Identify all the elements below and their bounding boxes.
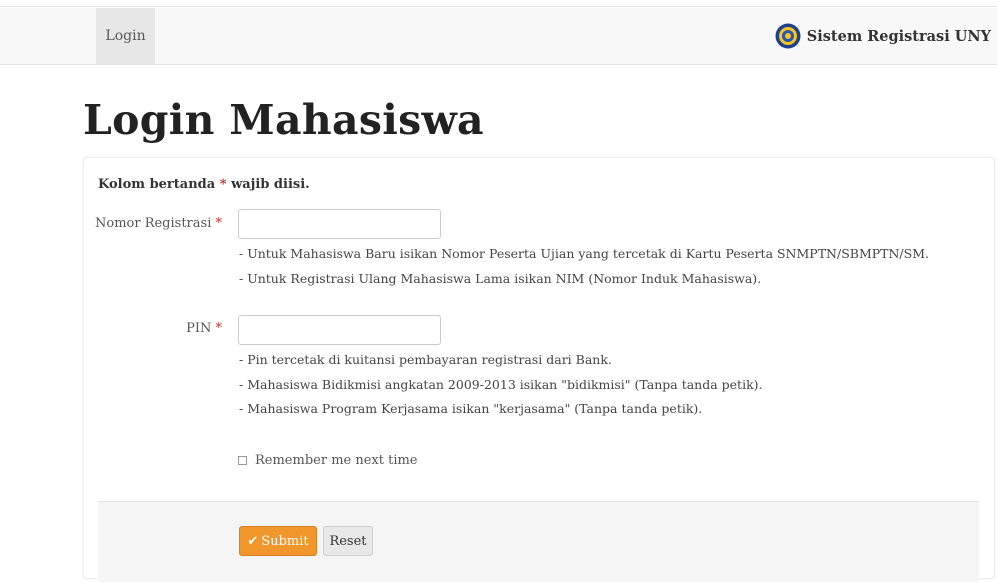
pin-hint-1: - Pin tercetak di kuitansi pembayaran re… xyxy=(239,352,612,367)
registration-required-mark: * xyxy=(215,216,223,231)
submit-button[interactable]: ✔ Submit xyxy=(239,526,317,556)
registration-number-input[interactable] xyxy=(238,209,441,239)
form-actions: ✔ Submit Reset xyxy=(98,501,979,582)
check-icon: ✔ xyxy=(247,533,259,549)
registration-label-text: Nomor Registrasi xyxy=(95,216,212,231)
navbar: Login Sistem Registrasi UNY xyxy=(0,8,997,65)
required-note-prefix: Kolom bertanda xyxy=(98,177,216,192)
registration-hint-1: - Untuk Mahasiswa Baru isikan Nomor Pese… xyxy=(239,246,929,261)
required-note-suffix: wajib diisi. xyxy=(231,177,310,192)
pin-input[interactable] xyxy=(238,315,441,345)
login-form-panel: Kolom bertanda * wajib diisi. Nomor Regi… xyxy=(83,157,995,582)
pin-required-mark: * xyxy=(215,321,223,336)
brand[interactable]: Sistem Registrasi UNY xyxy=(775,8,991,64)
submit-label: Submit xyxy=(261,533,309,549)
pin-hint-2: - Mahasiswa Bidikmisi angkatan 2009-2013… xyxy=(239,377,763,392)
remember-me[interactable]: Remember me next time xyxy=(238,453,418,468)
browser-top-strip xyxy=(0,0,997,7)
page-title: Login Mahasiswa xyxy=(83,96,484,144)
brand-text: Sistem Registrasi UNY xyxy=(806,27,991,45)
registration-hint-2: - Untuk Registrasi Ulang Mahasiswa Lama … xyxy=(239,271,762,286)
pin-hint-3: - Mahasiswa Program Kerjasama isikan "ke… xyxy=(239,401,703,416)
pin-label: PIN * xyxy=(92,321,222,336)
required-note: Kolom bertanda * wajib diisi. xyxy=(98,177,310,192)
pin-label-text: PIN xyxy=(186,321,212,336)
university-seal-icon xyxy=(775,23,801,49)
remember-me-checkbox[interactable] xyxy=(238,456,247,465)
reset-button[interactable]: Reset xyxy=(323,526,373,556)
required-mark: * xyxy=(219,177,227,192)
nav-login-link[interactable]: Login xyxy=(96,8,155,64)
registration-label: Nomor Registrasi * xyxy=(92,216,222,231)
remember-me-label: Remember me next time xyxy=(255,453,418,468)
